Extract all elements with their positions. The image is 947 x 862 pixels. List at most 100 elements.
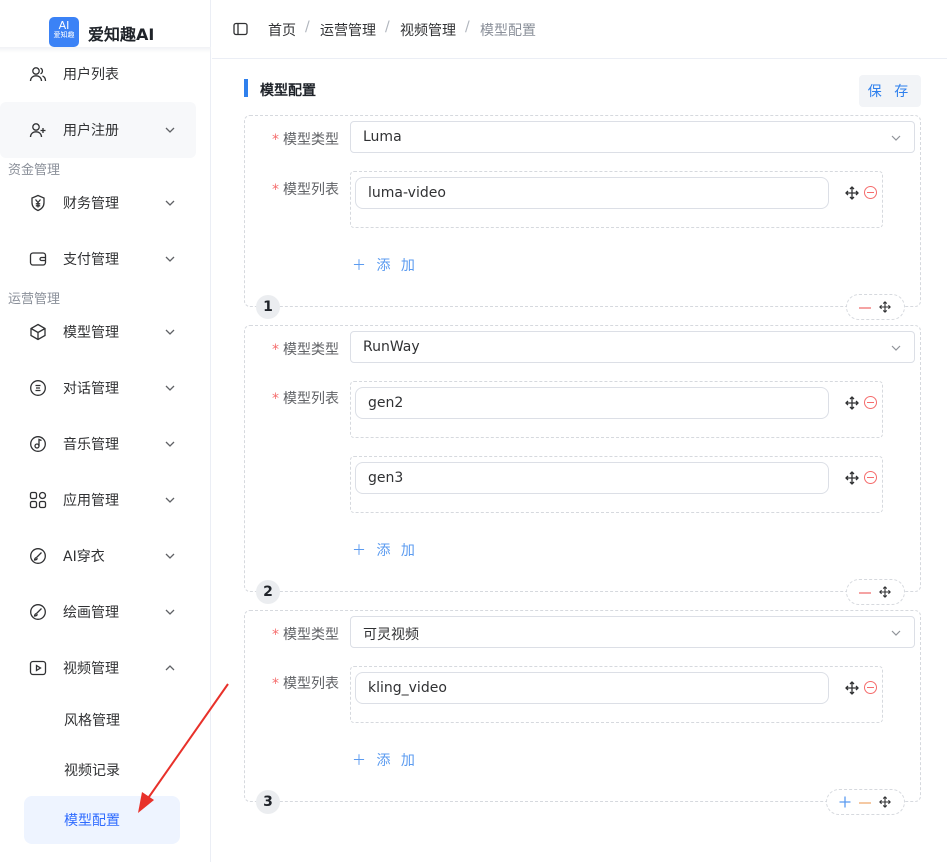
chevron-down-icon: [891, 630, 901, 636]
breadcrumb-current: 模型配置: [480, 23, 536, 39]
move-icon[interactable]: [845, 186, 859, 200]
sidebar-item-label: 音乐管理: [63, 437, 119, 453]
model-type-label: * 模型类型: [272, 627, 339, 643]
remove-group-icon[interactable]: [859, 592, 871, 594]
chevron-down-icon: [165, 385, 175, 391]
sidebar-item-label: 应用管理: [63, 493, 119, 509]
model-type-value: RunWay: [363, 339, 420, 355]
logo: AI 爱知趣: [49, 17, 79, 47]
remove-group-icon[interactable]: [859, 802, 871, 804]
chevron-down-icon: [165, 441, 175, 447]
sidebar-item-label: 用户注册: [63, 123, 119, 139]
model-name-input[interactable]: [355, 462, 829, 494]
move-icon[interactable]: [845, 396, 859, 410]
sidebar-item-apps[interactable]: 应用管理: [0, 472, 211, 528]
brush-icon: [27, 545, 49, 567]
model-type-select[interactable]: Luma: [350, 121, 915, 153]
logo-subtext: 爱知趣: [53, 31, 75, 39]
sidebar-item-user-register[interactable]: 用户注册: [0, 102, 196, 158]
chevron-down-icon: [165, 609, 175, 615]
chevron-down-icon: [165, 200, 175, 206]
breadcrumb-separator: /: [465, 19, 470, 35]
sidebar-item-label: 对话管理: [63, 381, 119, 397]
add-model-button[interactable]: ＋ 添 加: [352, 540, 418, 560]
plus-icon: ＋: [352, 258, 377, 274]
sidebar-item-finance[interactable]: 财务管理: [0, 175, 211, 231]
group-actions: [826, 789, 905, 815]
sidebar-item-label: 支付管理: [63, 252, 119, 268]
users-icon: [27, 63, 49, 85]
breadcrumb-separator: /: [385, 19, 390, 35]
sidebar-item-label: 用户列表: [63, 67, 119, 83]
add-group-icon[interactable]: [839, 796, 851, 808]
apps-grid-icon: [27, 489, 49, 511]
model-list-label: * 模型列表: [272, 676, 339, 692]
model-type-value: Luma: [363, 129, 402, 145]
chevron-down-icon: [891, 345, 901, 351]
brush-icon: [27, 601, 49, 623]
sidebar-item-chat[interactable]: 对话管理: [0, 360, 211, 416]
breadcrumb-home[interactable]: 首页: [268, 20, 296, 40]
model-name-input[interactable]: [355, 177, 829, 209]
remove-item-icon[interactable]: [864, 681, 877, 694]
plus-icon: ＋: [352, 543, 377, 559]
annotation-arrow-icon: [138, 683, 229, 813]
model-type-select[interactable]: RunWay: [350, 331, 915, 363]
breadcrumb-separator: /: [305, 19, 310, 35]
breadcrumb-operations[interactable]: 运营管理: [320, 20, 376, 40]
top-header: 首页 / 运营管理 / 视频管理 / 模型配置: [212, 0, 947, 59]
save-button[interactable]: 保 存: [859, 75, 921, 107]
breadcrumb-video[interactable]: 视频管理: [400, 20, 456, 40]
chevron-down-icon: [165, 329, 175, 335]
brand-name: 爱知趣AI: [88, 25, 155, 44]
sidebar-item-payment[interactable]: 支付管理: [0, 231, 211, 287]
group-index-badge: 3: [256, 790, 280, 814]
sidebar-subitem-label: 风格管理: [64, 713, 120, 729]
model-list-label: * 模型列表: [272, 182, 339, 198]
move-icon[interactable]: [845, 471, 859, 485]
sidebar-item-label: 视频管理: [63, 661, 119, 677]
model-type-select[interactable]: 可灵视频: [350, 616, 915, 648]
plus-icon: ＋: [352, 753, 377, 769]
user-add-icon: [27, 119, 49, 141]
remove-item-icon[interactable]: [864, 471, 877, 484]
sidebar-item-user-list[interactable]: 用户列表: [0, 46, 211, 102]
sidebar-item-model[interactable]: 模型管理: [0, 304, 211, 360]
add-model-button[interactable]: ＋ 添 加: [352, 255, 418, 275]
sidebar-subitem-label: 视频记录: [64, 763, 120, 779]
move-icon[interactable]: [879, 796, 891, 808]
music-disc-icon: [27, 433, 49, 455]
chevron-up-icon: [165, 665, 175, 671]
move-icon[interactable]: [879, 586, 891, 598]
model-name-input[interactable]: [355, 387, 829, 419]
remove-item-icon[interactable]: [864, 396, 877, 409]
move-icon[interactable]: [845, 681, 859, 695]
group-index-badge: 1: [256, 295, 280, 319]
model-list-label: * 模型列表: [272, 391, 339, 407]
add-model-button[interactable]: ＋ 添 加: [352, 750, 418, 770]
logo-text: AI: [58, 19, 70, 32]
title-accent-bar: [244, 79, 248, 97]
group-actions: [846, 579, 905, 605]
sidebar-item-drawing[interactable]: 绘画管理: [0, 584, 211, 640]
chevron-down-icon: [165, 256, 175, 262]
wallet-icon: [27, 248, 49, 270]
chevron-down-icon: [891, 135, 901, 141]
move-icon[interactable]: [879, 301, 891, 313]
page-title: 模型配置: [260, 83, 316, 99]
model-type-label: * 模型类型: [272, 132, 339, 148]
remove-group-icon[interactable]: [859, 307, 871, 309]
sidebar-toggle-icon[interactable]: [233, 22, 248, 36]
model-name-input[interactable]: [355, 672, 829, 704]
chat-icon: [27, 377, 49, 399]
sidebar-item-label: 财务管理: [63, 196, 119, 212]
sidebar-item-label: 绘画管理: [63, 605, 119, 621]
group-index-badge: 2: [256, 580, 280, 604]
video-icon: [27, 657, 49, 679]
cube-icon: [27, 321, 49, 343]
sidebar-subitem-label: 模型配置: [64, 813, 120, 829]
group-actions: [846, 294, 905, 320]
sidebar-item-ai-dress[interactable]: AI穿衣: [0, 528, 211, 584]
remove-item-icon[interactable]: [864, 186, 877, 199]
sidebar-item-music[interactable]: 音乐管理: [0, 416, 211, 472]
